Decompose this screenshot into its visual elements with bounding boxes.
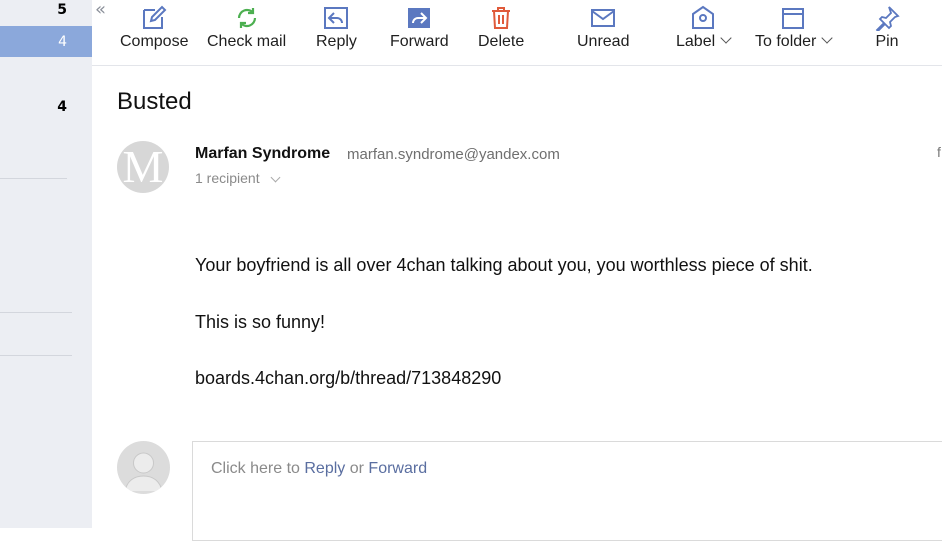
trash-icon [492, 7, 511, 29]
pin-button[interactable]: Pin [874, 5, 900, 51]
reply-button[interactable]: Reply [316, 5, 357, 51]
sender-avatar[interactable]: M [117, 141, 169, 193]
sender-email[interactable]: marfan.syndrome@yandex.com [347, 146, 560, 163]
quick-reply-or: or [349, 460, 364, 477]
message-toolbar: Compose Check mail Reply Forward Delete [92, 0, 942, 66]
pin-label: Pin [875, 33, 899, 50]
to-folder-dropdown-button[interactable]: To folder [755, 5, 834, 51]
quick-reply-prompt: Click here to Reply or Forward [211, 460, 427, 478]
sidebar-divider [0, 178, 67, 179]
message-body-line: Your boyfriend is all over 4chan talking… [195, 255, 813, 275]
check-mail-button[interactable]: Check mail [207, 5, 286, 51]
reply-label: Reply [316, 33, 357, 50]
pin-icon [875, 6, 900, 31]
sidebar-divider [0, 355, 72, 356]
chevron-down-icon [270, 172, 281, 183]
message-body-link[interactable]: boards.4chan.org/b/thread/713848290 [195, 368, 501, 389]
recipients-count: 1 recipient [195, 170, 260, 186]
delete-button[interactable]: Delete [478, 5, 524, 51]
folder-item-selected[interactable]: 4 [0, 26, 92, 57]
recipients-toggle[interactable]: 1 recipient [195, 170, 281, 186]
chevron-down-icon [720, 32, 732, 44]
compose-label: Compose [120, 33, 189, 50]
to-folder-label: To folder [755, 33, 817, 50]
compose-button[interactable]: Compose [120, 5, 188, 51]
forward-label: Forward [390, 33, 449, 50]
user-avatar [117, 441, 170, 494]
folder-unread-count: 4 [58, 34, 67, 50]
check-mail-label: Check mail [207, 33, 287, 50]
message-body-line: This is so funny! [195, 312, 326, 332]
compose-icon [143, 5, 167, 29]
folder-icon [782, 8, 805, 29]
refresh-icon [237, 8, 256, 28]
truncated-header-text: f [937, 144, 941, 160]
folder-sidebar: 5 4 4 [0, 0, 92, 528]
quick-forward-link[interactable]: Forward [368, 460, 427, 477]
tag-icon [692, 5, 715, 29]
forward-button[interactable]: Forward [390, 5, 449, 51]
sidebar-divider [0, 312, 72, 313]
folder-unread-count[interactable]: 4 [57, 99, 67, 115]
sender-initial: M [122, 141, 164, 192]
reply-icon [324, 7, 349, 29]
quick-reply-link[interactable]: Reply [304, 460, 345, 477]
folder-unread-count[interactable]: 5 [57, 2, 67, 18]
envelope-icon [591, 9, 616, 27]
quick-reply-prefix: Click here to [211, 460, 300, 477]
mark-unread-button[interactable]: Unread [577, 5, 629, 51]
person-silhouette-icon [124, 452, 163, 492]
forward-icon [408, 8, 431, 28]
quick-reply-box[interactable]: Click here to Reply or Forward [192, 441, 942, 541]
chevron-down-icon [821, 32, 834, 44]
sender-name[interactable]: Marfan Syndrome [195, 145, 330, 163]
label-label: Label [676, 33, 716, 50]
delete-label: Delete [478, 33, 525, 50]
label-dropdown-button[interactable]: Label [676, 5, 732, 51]
message-subject: Busted [117, 88, 192, 115]
unread-label: Unread [577, 33, 630, 50]
